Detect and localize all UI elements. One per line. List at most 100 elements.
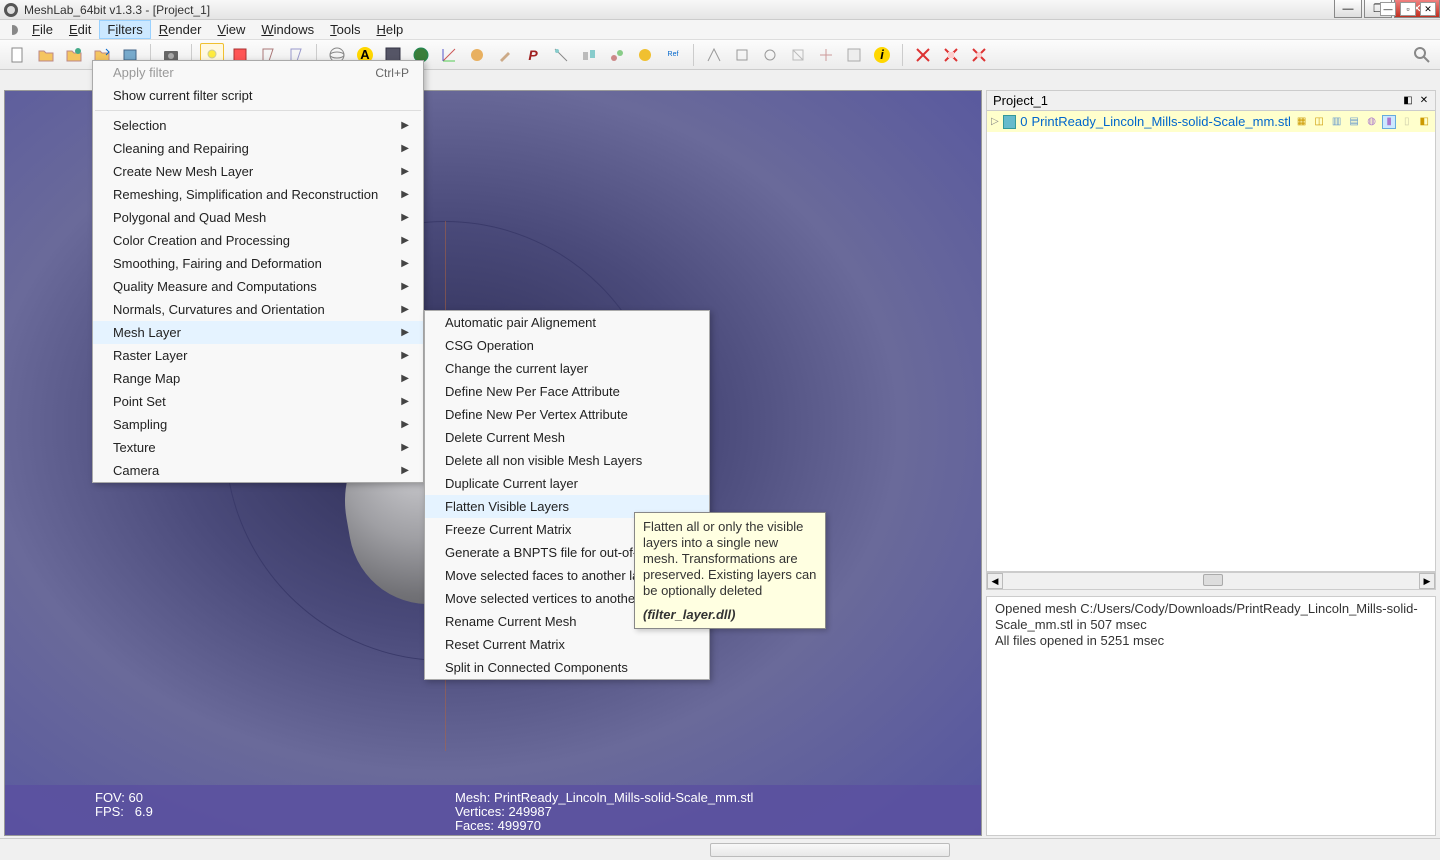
submenu-item[interactable]: CSG Operation <box>425 334 709 357</box>
fov-value: 60 <box>128 790 142 805</box>
menu-help[interactable]: Help <box>368 20 411 39</box>
badge-4-icon[interactable]: ▤ <box>1347 115 1361 129</box>
submenu-item[interactable]: Reset Current Matrix <box>425 633 709 656</box>
badge-3-icon[interactable]: ▥ <box>1330 115 1344 129</box>
mdi-controls: — ▫ ✕ <box>1380 2 1436 16</box>
colorize-icon[interactable] <box>633 43 657 67</box>
fov-label: FOV: <box>95 790 125 805</box>
layer-panel-header[interactable]: Project_1 ◧ ✕ <box>986 90 1436 110</box>
pp-icon[interactable]: P <box>521 43 545 67</box>
window-titlebar: MeshLab_64bit v1.3.3 - [Project_1] — ❐ ✕ <box>0 0 1440 20</box>
filters-menu: Apply filter Ctrl+P Show current filter … <box>92 60 424 483</box>
mdi-restore[interactable]: ▫ <box>1400 2 1416 16</box>
filters-group-item[interactable]: Range Map▶ <box>93 367 423 390</box>
log-line-2: All files opened in 5251 msec <box>995 633 1164 648</box>
badge-8-icon[interactable]: ◧ <box>1417 115 1431 129</box>
new-project-icon[interactable] <box>6 43 30 67</box>
reload-icon[interactable] <box>62 43 86 67</box>
app-icon <box>4 3 18 17</box>
badge-7-icon[interactable]: ▯ <box>1400 115 1414 129</box>
filters-group-item[interactable]: Cleaning and Repairing▶ <box>93 137 423 160</box>
scroll-right-icon[interactable]: ▶ <box>1419 573 1435 589</box>
filters-group-item[interactable]: Create New Mesh Layer▶ <box>93 160 423 183</box>
submenu-item[interactable]: Automatic pair Alignement <box>425 311 709 334</box>
toolb-2-icon[interactable] <box>730 43 754 67</box>
submenu-item[interactable]: Define New Per Face Attribute <box>425 380 709 403</box>
toolb-4-icon[interactable] <box>786 43 810 67</box>
decorate-icon[interactable] <box>605 43 629 67</box>
tooltip-text: Flatten all or only the visible layers i… <box>643 519 816 598</box>
submenu-item[interactable]: Define New Per Vertex Attribute <box>425 403 709 426</box>
vertices-value: 249987 <box>508 804 551 819</box>
badge-1-icon[interactable]: ▦ <box>1295 115 1309 129</box>
fps-label: FPS: <box>95 804 124 819</box>
log-line-1: Opened mesh C:/Users/Cody/Downloads/Prin… <box>995 601 1418 632</box>
menu-filters[interactable]: Filters <box>99 20 150 39</box>
reference-icon[interactable]: Ref <box>661 43 685 67</box>
badge-2-icon[interactable]: ◫ <box>1312 115 1326 129</box>
mesh-type-icon <box>1003 115 1017 129</box>
progress-bar <box>710 843 950 857</box>
log-panel[interactable]: Opened mesh C:/Users/Cody/Downloads/Prin… <box>986 596 1436 836</box>
filters-group-item[interactable]: Remeshing, Simplification and Reconstruc… <box>93 183 423 206</box>
submenu-item[interactable]: Change the current layer <box>425 357 709 380</box>
mdi-minimize[interactable]: — <box>1380 2 1396 16</box>
mdi-close[interactable]: ✕ <box>1420 2 1436 16</box>
filters-group-item[interactable]: Camera▶ <box>93 459 423 482</box>
scroll-left-icon[interactable]: ◀ <box>987 573 1003 589</box>
menu-apply-filter: Apply filter Ctrl+P <box>93 61 423 84</box>
layer-list[interactable]: ▷ 0 PrintReady_Lincoln_Mills-solid-Scale… <box>986 110 1436 572</box>
layer-row[interactable]: ▷ 0 PrintReady_Lincoln_Mills-solid-Scale… <box>987 111 1435 132</box>
toolb-6-icon[interactable] <box>842 43 866 67</box>
filters-group-item[interactable]: Texture▶ <box>93 436 423 459</box>
delete-mesh-icon[interactable] <box>967 43 991 67</box>
panel-float-icon[interactable]: ◧ <box>1401 93 1415 107</box>
align-icon[interactable] <box>577 43 601 67</box>
badge-6-icon[interactable]: ▮ <box>1382 115 1396 129</box>
measure-icon[interactable] <box>549 43 573 67</box>
paint-icon[interactable] <box>465 43 489 67</box>
menu-windows[interactable]: Windows <box>253 20 322 39</box>
filters-group-item[interactable]: Smoothing, Fairing and Deformation▶ <box>93 252 423 275</box>
submenu-item[interactable]: Delete Current Mesh <box>425 426 709 449</box>
delete-vert-icon[interactable] <box>911 43 935 67</box>
open-project-icon[interactable] <box>34 43 58 67</box>
submenu-item[interactable]: Duplicate Current layer <box>425 472 709 495</box>
menu-edit[interactable]: Edit <box>61 20 99 39</box>
filters-group-item[interactable]: Sampling▶ <box>93 413 423 436</box>
menu-render[interactable]: Render <box>151 20 210 39</box>
info-icon[interactable]: i <box>870 43 894 67</box>
toolb-5-icon[interactable] <box>814 43 838 67</box>
badge-5-icon[interactable]: ◍ <box>1365 115 1379 129</box>
brush-icon[interactable] <box>493 43 517 67</box>
scroll-thumb[interactable] <box>1203 574 1223 586</box>
filters-group-item[interactable]: Point Set▶ <box>93 390 423 413</box>
menu-file[interactable]: File <box>24 20 61 39</box>
mesh-name: PrintReady_Lincoln_Mills-solid-Scale_mm.… <box>494 790 753 805</box>
expand-icon[interactable]: ▷ <box>991 116 999 127</box>
menu-tools[interactable]: Tools <box>322 20 368 39</box>
toolb-1-icon[interactable] <box>702 43 726 67</box>
filters-group-item[interactable]: Color Creation and Processing▶ <box>93 229 423 252</box>
right-panel: Project_1 ◧ ✕ ▷ 0 PrintReady_Lincoln_Mil… <box>986 90 1436 836</box>
toolb-3-icon[interactable] <box>758 43 782 67</box>
axis-icon[interactable] <box>437 43 461 67</box>
submenu-item[interactable]: Split in Connected Components <box>425 656 709 679</box>
layer-hscrollbar[interactable]: ◀ ▶ <box>986 572 1436 590</box>
filters-group-item[interactable]: Selection▶ <box>93 114 423 137</box>
delete-face-icon[interactable] <box>939 43 963 67</box>
menu-show-script[interactable]: Show current filter script <box>93 84 423 107</box>
filters-group-item[interactable]: Normals, Curvatures and Orientation▶ <box>93 298 423 321</box>
filters-group-item[interactable]: Mesh Layer▶ <box>93 321 423 344</box>
panel-title: Project_1 <box>993 93 1048 108</box>
filters-group-item[interactable]: Raster Layer▶ <box>93 344 423 367</box>
minimize-button[interactable]: — <box>1334 0 1362 18</box>
submenu-item[interactable]: Delete all non visible Mesh Layers <box>425 449 709 472</box>
window-title: MeshLab_64bit v1.3.3 - [Project_1] <box>24 3 210 17</box>
layer-filename: PrintReady_Lincoln_Mills-solid-Scale_mm.… <box>1032 114 1291 129</box>
search-icon[interactable] <box>1410 43 1434 67</box>
filters-group-item[interactable]: Polygonal and Quad Mesh▶ <box>93 206 423 229</box>
menu-view[interactable]: View <box>209 20 253 39</box>
filters-group-item[interactable]: Quality Measure and Computations▶ <box>93 275 423 298</box>
panel-close-icon[interactable]: ✕ <box>1417 93 1431 107</box>
